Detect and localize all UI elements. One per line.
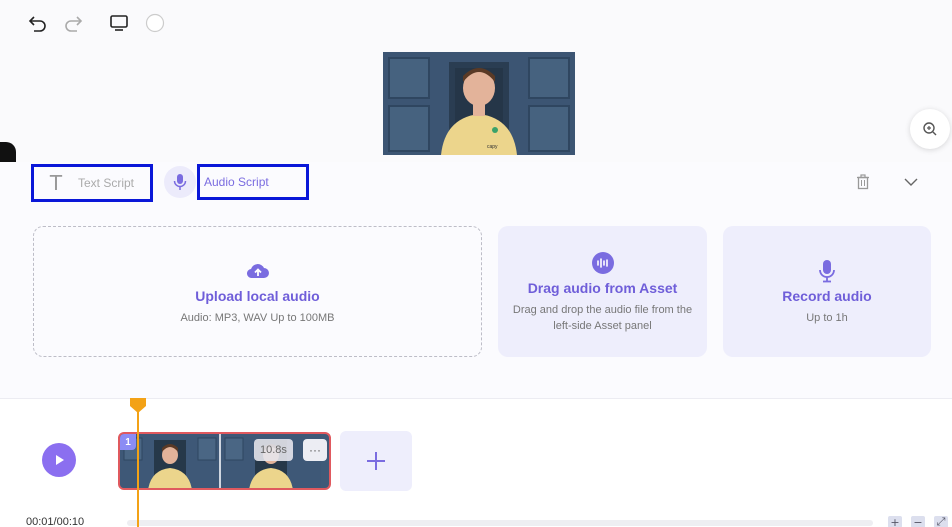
display-button[interactable] (108, 12, 130, 34)
playhead-handle[interactable] (129, 398, 147, 414)
tab-audio-script[interactable]: Audio Script (197, 164, 309, 200)
monitor-icon (110, 15, 128, 31)
undo-button[interactable] (27, 12, 49, 34)
trash-icon (857, 174, 869, 190)
redo-button[interactable] (62, 12, 84, 34)
record-card-title: Record audio (782, 287, 872, 304)
upload-card-desc: Audio: MP3, WAV Up to 100MB (180, 311, 335, 324)
clip-frame-divider (219, 434, 221, 488)
drag-card-title: Drag audio from Asset (527, 279, 678, 296)
clip-number-badge: 1 (120, 434, 136, 450)
upload-local-audio-card[interactable]: Upload local audio Audio: MP3, WAV Up to… (33, 226, 482, 357)
add-clip-button[interactable] (340, 431, 412, 491)
timeline-zoom-in-button[interactable]: + (888, 516, 902, 527)
audio-script-icon-button[interactable] (164, 166, 196, 198)
drag-card-desc: Drag and drop the audio file from the le… (512, 303, 693, 332)
microphone-icon (173, 174, 187, 190)
undo-icon (28, 16, 46, 32)
timeline: 1 10.8s ··· 00:01/00:10 + − ⤢ (0, 399, 952, 527)
timeline-zoom-out-button[interactable]: − (911, 516, 925, 527)
record-microphone-icon (818, 258, 836, 284)
upload-card-title: Upload local audio (195, 287, 320, 304)
record-audio-card[interactable]: Record audio Up to 1h (723, 226, 931, 357)
color-circle-icon (145, 13, 165, 33)
top-toolbar (0, 0, 952, 50)
playback-time: 00:01/00:10 (26, 516, 85, 527)
timeline-fit-button[interactable]: ⤢ (934, 515, 948, 527)
text-icon: T (49, 171, 63, 195)
chevron-down-icon (904, 178, 918, 186)
play-icon (56, 455, 64, 465)
timeline-scrollbar[interactable] (127, 520, 873, 526)
timeline-clip[interactable]: 1 10.8s ··· (118, 432, 331, 490)
video-thumbnail: capy (383, 52, 575, 155)
redo-icon (65, 16, 83, 32)
plus-icon (367, 452, 385, 470)
clip-more-button[interactable]: ··· (303, 439, 327, 461)
delete-script-button[interactable] (854, 173, 872, 191)
playhead-line (137, 408, 139, 527)
tab-audio-script-label: Audio Script (204, 175, 269, 189)
zoom-in-icon (923, 122, 937, 136)
drag-audio-from-asset-card[interactable]: Drag audio from Asset Drag and drop the … (498, 226, 707, 357)
record-card-desc: Up to 1h (806, 311, 848, 324)
background-color-button[interactable] (144, 12, 166, 34)
tab-text-script-label: Text Script (78, 176, 135, 190)
video-preview[interactable]: capy (383, 52, 575, 155)
zoom-preview-button[interactable] (910, 109, 950, 149)
collapse-script-panel-button[interactable] (902, 173, 920, 191)
play-button[interactable] (42, 443, 76, 477)
cloud-upload-icon (246, 258, 270, 284)
audio-wave-icon (591, 250, 614, 276)
svg-text:capy: capy (487, 144, 498, 150)
tab-text-script[interactable]: T Text Script (31, 164, 153, 202)
script-panel: T Text Script Audio Script Upload local … (0, 162, 952, 398)
script-tabs: T Text Script Audio Script (0, 162, 952, 202)
clip-duration-badge: 10.8s (254, 439, 293, 461)
